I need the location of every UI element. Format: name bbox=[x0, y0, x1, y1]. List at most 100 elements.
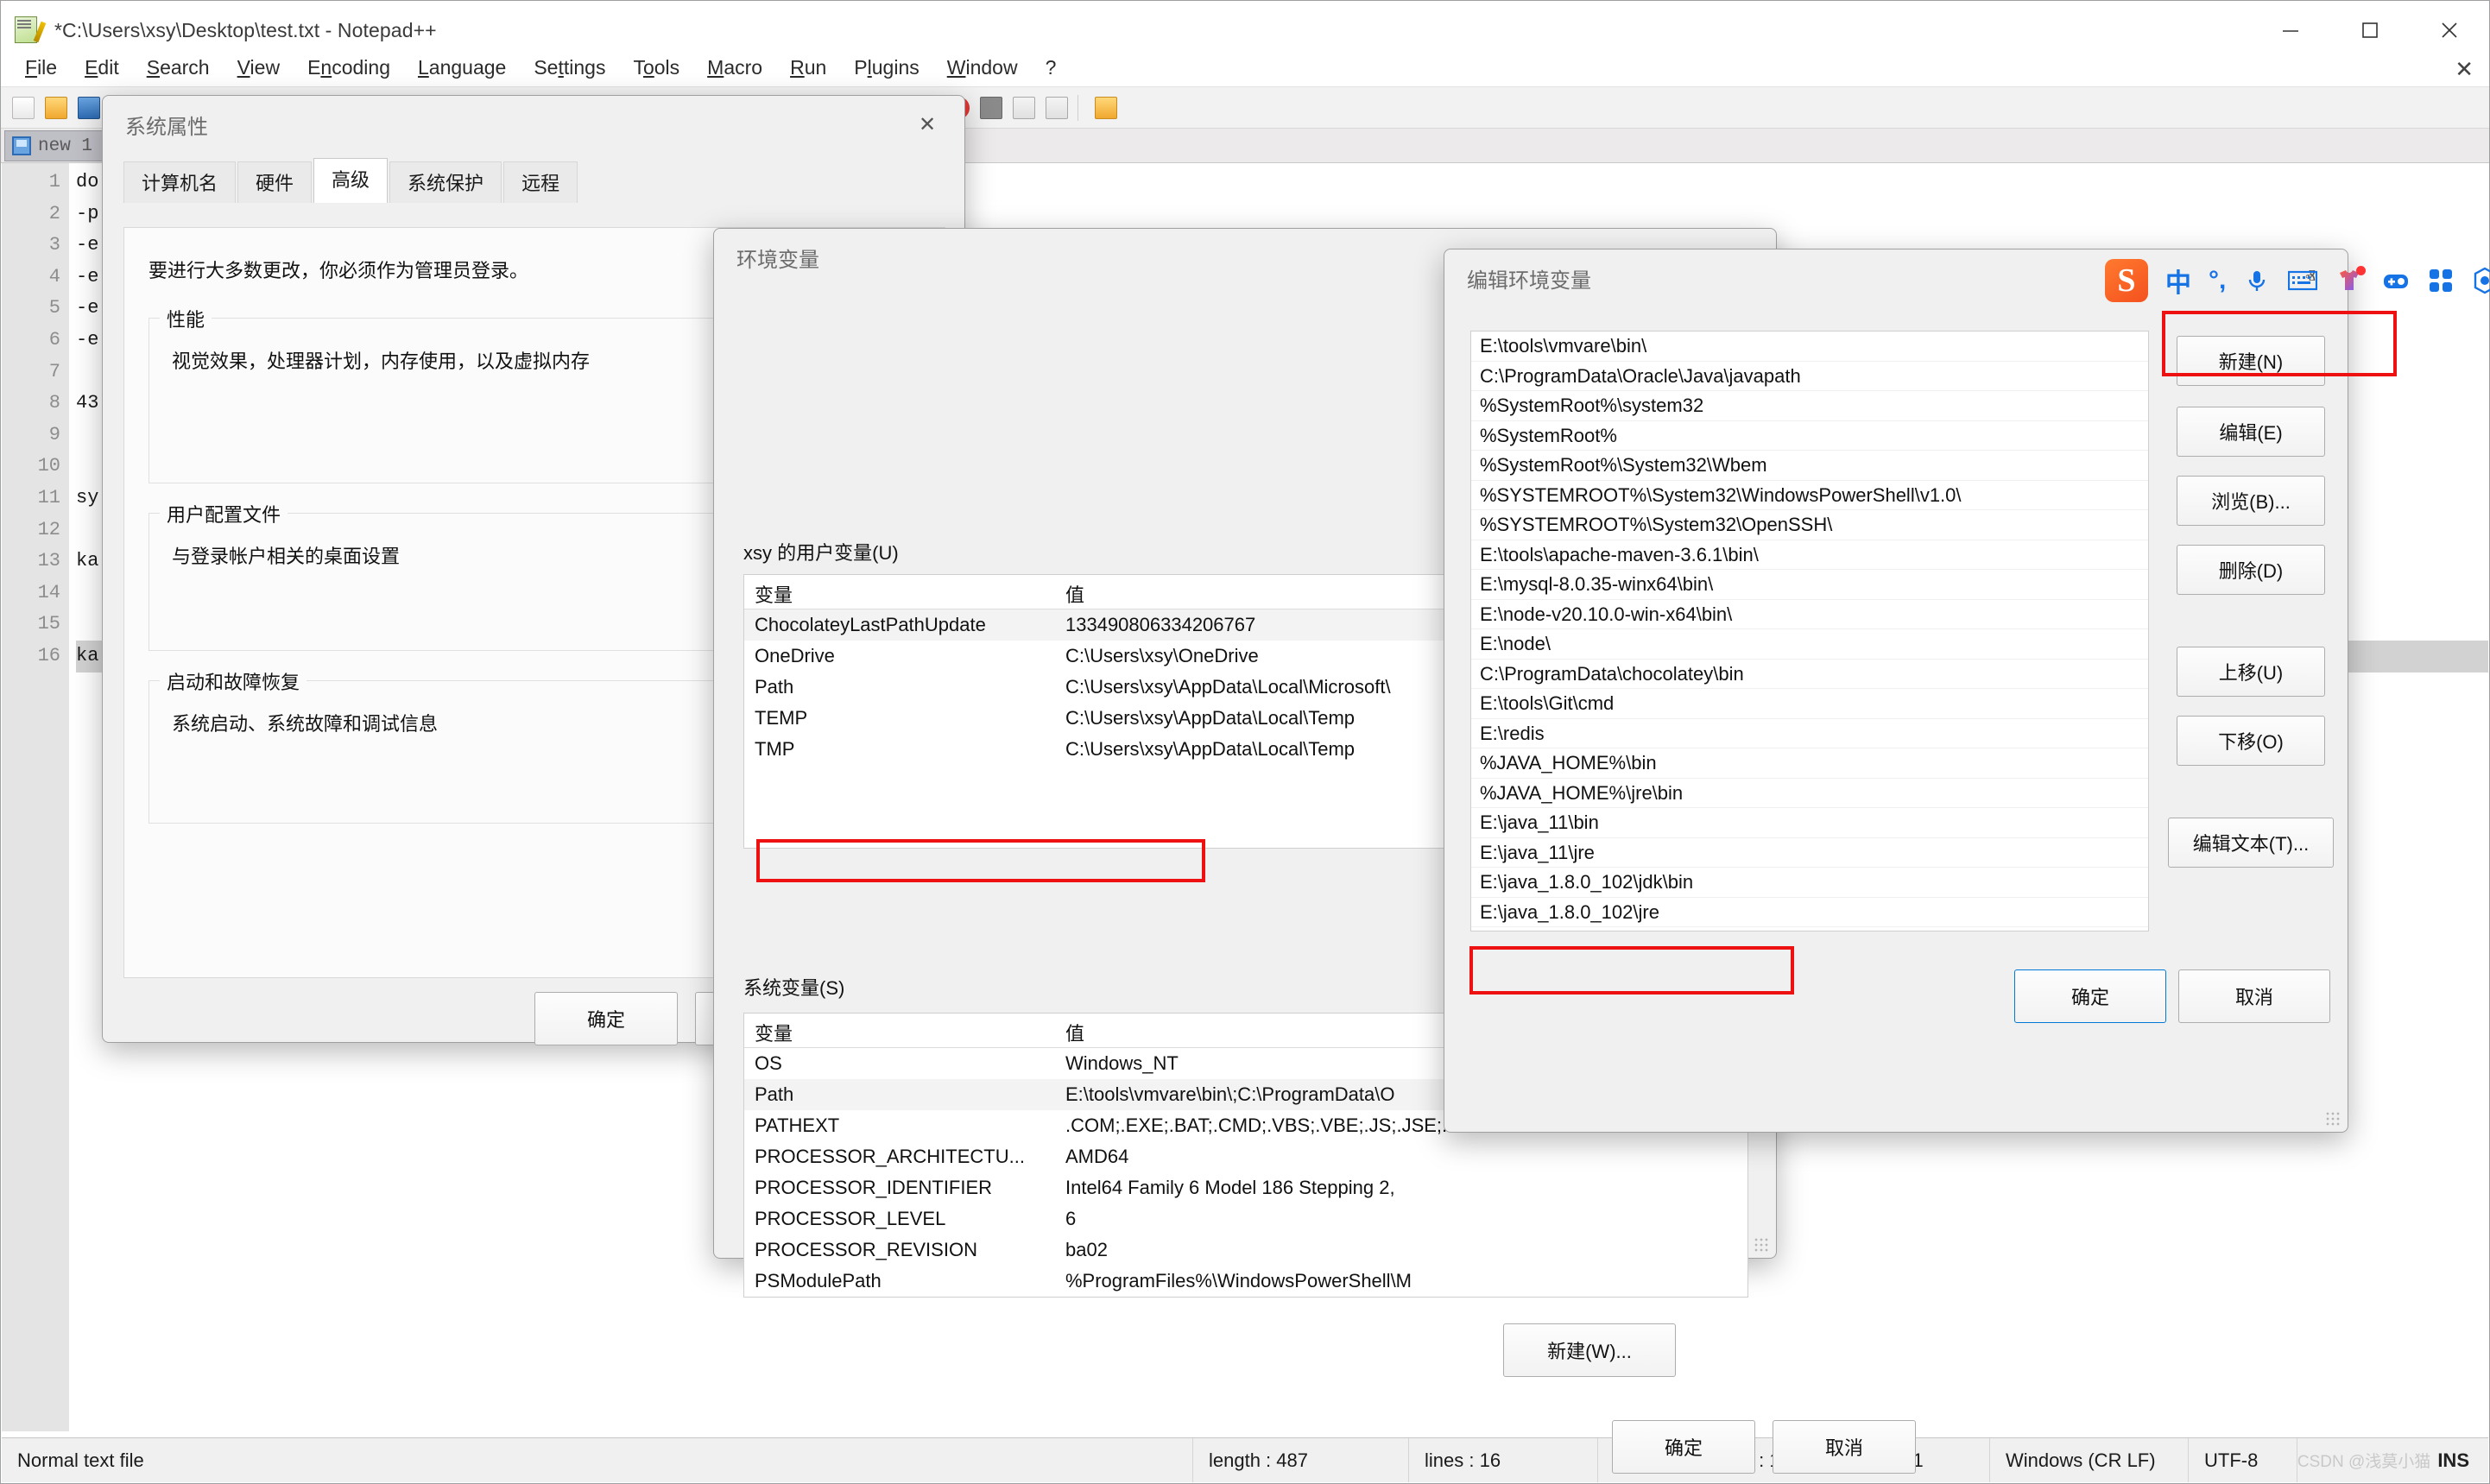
microphone-icon[interactable] bbox=[2243, 267, 2271, 294]
save-icon[interactable] bbox=[73, 92, 104, 123]
list-item[interactable]: %SYSTEMROOT%\System32\OpenSSH\ bbox=[1471, 510, 2148, 540]
system-properties-titlebar: 系统属性 ✕ bbox=[103, 96, 964, 153]
edit-text-button[interactable]: 编辑文本(T)... bbox=[2168, 818, 2334, 868]
play-macro-icon[interactable] bbox=[1008, 92, 1040, 123]
chinese-input-mode-icon[interactable]: 中 bbox=[2165, 262, 2191, 300]
stop-macro-icon[interactable] bbox=[976, 92, 1007, 123]
settings-gear-icon[interactable] bbox=[2471, 267, 2490, 294]
menu-plugins[interactable]: Plugins bbox=[840, 54, 932, 82]
list-item[interactable]: E:\java_1.8.0_102\jdk\bin bbox=[1471, 868, 2148, 898]
new-file-icon[interactable] bbox=[8, 92, 39, 123]
system-properties-ok-button[interactable]: 确定 bbox=[534, 992, 678, 1045]
list-item[interactable]: E:\cygwin\bin bbox=[1471, 927, 2148, 931]
document-tab[interactable]: new 1 bbox=[4, 130, 105, 161]
line-number: 6 bbox=[2, 325, 69, 357]
tab-system-protection[interactable]: 系统保护 bbox=[389, 161, 502, 203]
menu-window[interactable]: Window bbox=[933, 54, 1032, 82]
tab-hardware[interactable]: 硬件 bbox=[237, 161, 312, 203]
browse-path-button[interactable]: 浏览(B)... bbox=[2177, 476, 2325, 526]
npp-menubar: FFileile Edit Search View Encoding Langu… bbox=[1, 49, 2489, 87]
list-item[interactable]: %SYSTEMROOT%\System32\WindowsPowerShell\… bbox=[1471, 481, 2148, 511]
list-item[interactable]: C:\ProgramData\chocolatey\bin bbox=[1471, 660, 2148, 690]
close-icon[interactable]: ✕ bbox=[890, 96, 964, 153]
env-dialog-cancel-button[interactable]: 取消 bbox=[1773, 1420, 1916, 1474]
window-title: *C:\Users\xsy\Desktop\test.txt - Notepad… bbox=[54, 19, 437, 42]
menu-macro[interactable]: Macro bbox=[693, 54, 776, 82]
line-number: 12 bbox=[2, 515, 69, 546]
menu-view[interactable]: View bbox=[224, 54, 294, 82]
list-item[interactable]: %JAVA_HOME%\bin bbox=[1471, 748, 2148, 779]
status-bar: Normal text file length : 487 lines : 16… bbox=[2, 1437, 2488, 1482]
table-row[interactable]: PROCESSOR_LEVEL6 bbox=[744, 1203, 1747, 1235]
path-entries-list[interactable]: E:\tools\vmvare\bin\C:\ProgramData\Oracl… bbox=[1470, 331, 2149, 931]
delete-path-button[interactable]: 删除(D) bbox=[2177, 545, 2325, 595]
list-item[interactable]: %SystemRoot% bbox=[1471, 421, 2148, 452]
toolbox-icon[interactable] bbox=[2381, 268, 2411, 293]
list-item[interactable]: C:\ProgramData\Oracle\Java\javapath bbox=[1471, 362, 2148, 392]
performance-description: 视觉效果，处理器计划，内存使用，以及虚拟内存 bbox=[172, 346, 590, 374]
tab-advanced[interactable]: 高级 bbox=[313, 158, 388, 203]
list-item[interactable]: E:\redis bbox=[1471, 719, 2148, 749]
env-dialog-ok-button[interactable]: 确定 bbox=[1612, 1420, 1755, 1474]
edit-env-ok-button[interactable]: 确定 bbox=[2014, 969, 2166, 1023]
list-item[interactable]: E:\tools\Git\cmd bbox=[1471, 689, 2148, 719]
run-icon[interactable] bbox=[1090, 92, 1122, 123]
menu-encoding[interactable]: Encoding bbox=[294, 54, 404, 82]
app-grid-icon[interactable] bbox=[2428, 268, 2454, 294]
resize-grip[interactable] bbox=[1754, 1237, 1769, 1253]
line-number: 10 bbox=[2, 451, 69, 483]
menu-file[interactable]: FFileile bbox=[11, 54, 71, 82]
skin-icon[interactable] bbox=[2335, 268, 2364, 294]
sogou-logo-icon[interactable]: S bbox=[2105, 259, 2148, 302]
move-up-button[interactable]: 上移(U) bbox=[2177, 647, 2325, 697]
system-variables-new-button[interactable]: 新建(W)... bbox=[1503, 1323, 1676, 1377]
variable-name: PROCESSOR_IDENTIFIER bbox=[744, 1177, 1055, 1199]
edit-env-title: 编辑环境变量 bbox=[1467, 263, 1591, 294]
list-item[interactable]: %SystemRoot%\system32 bbox=[1471, 391, 2148, 421]
menu-language[interactable]: Language bbox=[404, 54, 520, 82]
system-variables-label: 系统变量(S) bbox=[743, 973, 844, 1001]
tab-computer-name[interactable]: 计算机名 bbox=[123, 161, 236, 203]
table-row[interactable]: PROCESSOR_IDENTIFIERIntel64 Family 6 Mod… bbox=[744, 1172, 1747, 1203]
list-item[interactable]: %JAVA_HOME%\jre\bin bbox=[1471, 779, 2148, 809]
variable-value: %ProgramFiles%\WindowsPowerShell\M bbox=[1055, 1270, 1747, 1292]
line-number: 9 bbox=[2, 420, 69, 452]
variable-value: Intel64 Family 6 Model 186 Stepping 2, bbox=[1055, 1177, 1747, 1199]
list-item[interactable]: E:\java_11\jre bbox=[1471, 838, 2148, 868]
sogou-ime-toolbar: S 中 °, bbox=[2105, 259, 2490, 302]
tab-remote[interactable]: 远程 bbox=[503, 161, 578, 203]
menu-help[interactable]: ? bbox=[1032, 54, 1071, 82]
line-number: 14 bbox=[2, 578, 69, 609]
list-item[interactable]: E:\mysql-8.0.35-winx64\bin\ bbox=[1471, 570, 2148, 600]
edit-environment-variable-dialog: 编辑环境变量 ⱏ E:\tools\vmvare\bin\C:\ProgramD… bbox=[1444, 249, 2348, 1133]
menu-edit[interactable]: Edit bbox=[71, 54, 133, 82]
table-row[interactable]: PROCESSOR_REVISIONba02 bbox=[744, 1235, 1747, 1266]
list-item[interactable]: E:\java_11\bin bbox=[1471, 808, 2148, 838]
resize-grip[interactable] bbox=[2325, 1111, 2341, 1127]
list-item[interactable]: %SystemRoot%\System32\Wbem bbox=[1471, 451, 2148, 481]
open-file-icon[interactable] bbox=[41, 92, 72, 123]
menu-run[interactable]: Run bbox=[776, 54, 840, 82]
variable-name: PROCESSOR_REVISION bbox=[744, 1239, 1055, 1261]
list-item[interactable]: E:\java_1.8.0_102\jre bbox=[1471, 898, 2148, 928]
move-down-button[interactable]: 下移(O) bbox=[2177, 716, 2325, 766]
punctuation-icon[interactable]: °, bbox=[2209, 266, 2226, 295]
menu-search[interactable]: Search bbox=[133, 54, 224, 82]
soft-keyboard-icon[interactable] bbox=[2288, 268, 2317, 293]
new-path-button[interactable]: 新建(N) bbox=[2177, 336, 2325, 386]
edit-env-cancel-button[interactable]: 取消 bbox=[2178, 969, 2330, 1023]
edit-path-button[interactable]: 编辑(E) bbox=[2177, 407, 2325, 457]
list-item[interactable]: E:\node\ bbox=[1471, 629, 2148, 660]
menu-settings[interactable]: Settings bbox=[520, 54, 619, 82]
line-number: 2 bbox=[2, 199, 69, 230]
list-item[interactable]: E:\tools\apache-maven-3.6.1\bin\ bbox=[1471, 540, 2148, 571]
close-document-icon[interactable]: ✕ bbox=[2455, 56, 2474, 83]
table-row[interactable]: PROCESSOR_ARCHITECTU...AMD64 bbox=[744, 1141, 1747, 1172]
variable-name: TMP bbox=[744, 738, 1055, 761]
menu-tools[interactable]: Tools bbox=[619, 54, 693, 82]
list-item[interactable]: E:\node-v20.10.0-win-x64\bin\ bbox=[1471, 600, 2148, 630]
play-multiple-icon[interactable] bbox=[1041, 92, 1072, 123]
toolbar-separator bbox=[1078, 95, 1085, 121]
table-row[interactable]: PSModulePath%ProgramFiles%\WindowsPowerS… bbox=[744, 1266, 1747, 1297]
list-item[interactable]: E:\tools\vmvare\bin\ bbox=[1471, 332, 2148, 362]
